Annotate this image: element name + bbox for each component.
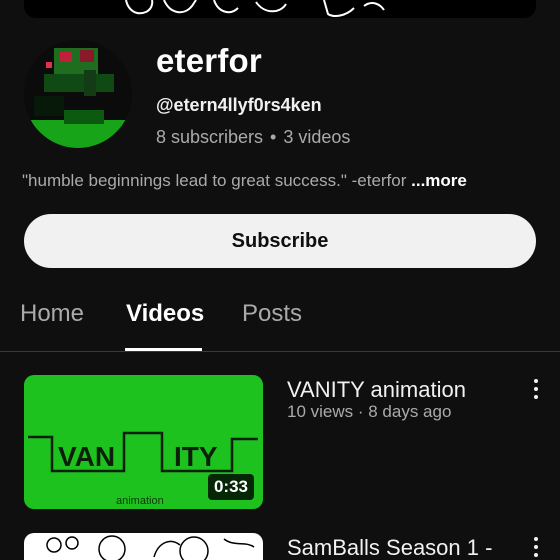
channel-description[interactable]: "humble beginnings lead to great success…: [22, 171, 467, 191]
video-item[interactable]: SamBalls Season 1 -: [0, 533, 560, 560]
tab-home[interactable]: Home: [20, 300, 84, 328]
video-meta: 10 views · 8 days ago: [287, 402, 452, 421]
stats-separator: •: [270, 127, 277, 147]
more-vert-icon[interactable]: [526, 375, 546, 403]
video-title[interactable]: VANITY animation: [287, 377, 466, 403]
avatar-image: [24, 40, 132, 148]
active-tab-indicator: [125, 348, 202, 351]
subscribe-button[interactable]: Subscribe: [24, 214, 536, 268]
thumb-text-left: VAN: [58, 441, 115, 472]
tab-posts[interactable]: Posts: [242, 300, 302, 328]
more-link[interactable]: ...more: [411, 171, 467, 190]
subscriber-count: 8 subscribers: [156, 127, 264, 147]
video-duration: 0:33: [207, 474, 254, 500]
tab-videos[interactable]: Videos: [126, 300, 204, 328]
more-vert-icon[interactable]: [526, 533, 546, 560]
video-item[interactable]: VAN ITY animation 0:33 VANITY animation …: [0, 375, 560, 515]
channel-avatar[interactable]: [24, 40, 132, 148]
video-count: 3 videos: [283, 127, 351, 147]
banner-doodle: [125, 0, 385, 17]
channel-handle: @etern4llyf0rs4ken: [156, 95, 322, 115]
channel-name: eterfor: [156, 42, 262, 79]
thumb-caption: animation: [116, 495, 164, 507]
channel-banner: [24, 0, 536, 18]
video-thumbnail[interactable]: VAN ITY animation 0:33: [24, 375, 263, 509]
video-title[interactable]: SamBalls Season 1 -: [287, 535, 492, 560]
description-text: "humble beginnings lead to great success…: [22, 171, 407, 190]
thumbnail-art: [46, 535, 255, 560]
channel-stats: 8 subscribers • 3 videos: [156, 127, 350, 148]
video-thumbnail[interactable]: [24, 533, 263, 560]
channel-tabs: Home Videos Posts: [0, 290, 560, 352]
thumb-text-right: ITY: [174, 441, 218, 472]
